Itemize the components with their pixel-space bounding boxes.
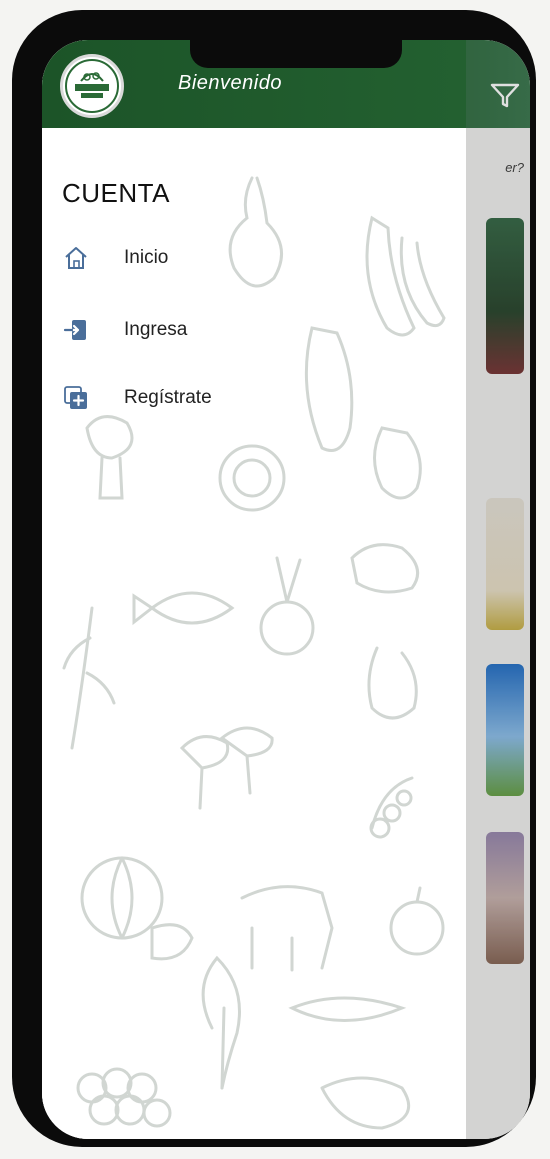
menu-item-label: Regístrate <box>124 387 212 408</box>
login-icon <box>62 316 90 344</box>
menu-item-registrate[interactable]: Regístrate <box>62 380 212 416</box>
welcome-text: Bienvenido <box>178 72 282 94</box>
navigation-drawer: Bienvenido CUENTA Inicio Ingresa Regístr… <box>42 40 466 1139</box>
home-icon <box>62 244 90 272</box>
drawer-scrim[interactable] <box>466 40 530 1139</box>
phone-frame: er? Bienvenido CUENTA Inicio Ingresa Reg… <box>12 10 536 1147</box>
menu-item-inicio[interactable]: Inicio <box>62 240 168 276</box>
app-logo <box>60 54 124 118</box>
vegetable-doodles-background <box>62 176 446 1130</box>
menu-item-ingresa[interactable]: Ingresa <box>62 312 187 348</box>
camera-notch <box>190 40 402 68</box>
register-icon <box>62 384 90 412</box>
screen: er? Bienvenido CUENTA Inicio Ingresa Reg… <box>42 40 530 1139</box>
menu-item-label: Ingresa <box>124 319 188 340</box>
section-title: CUENTA <box>62 178 170 208</box>
menu-item-label: Inicio <box>124 247 169 268</box>
